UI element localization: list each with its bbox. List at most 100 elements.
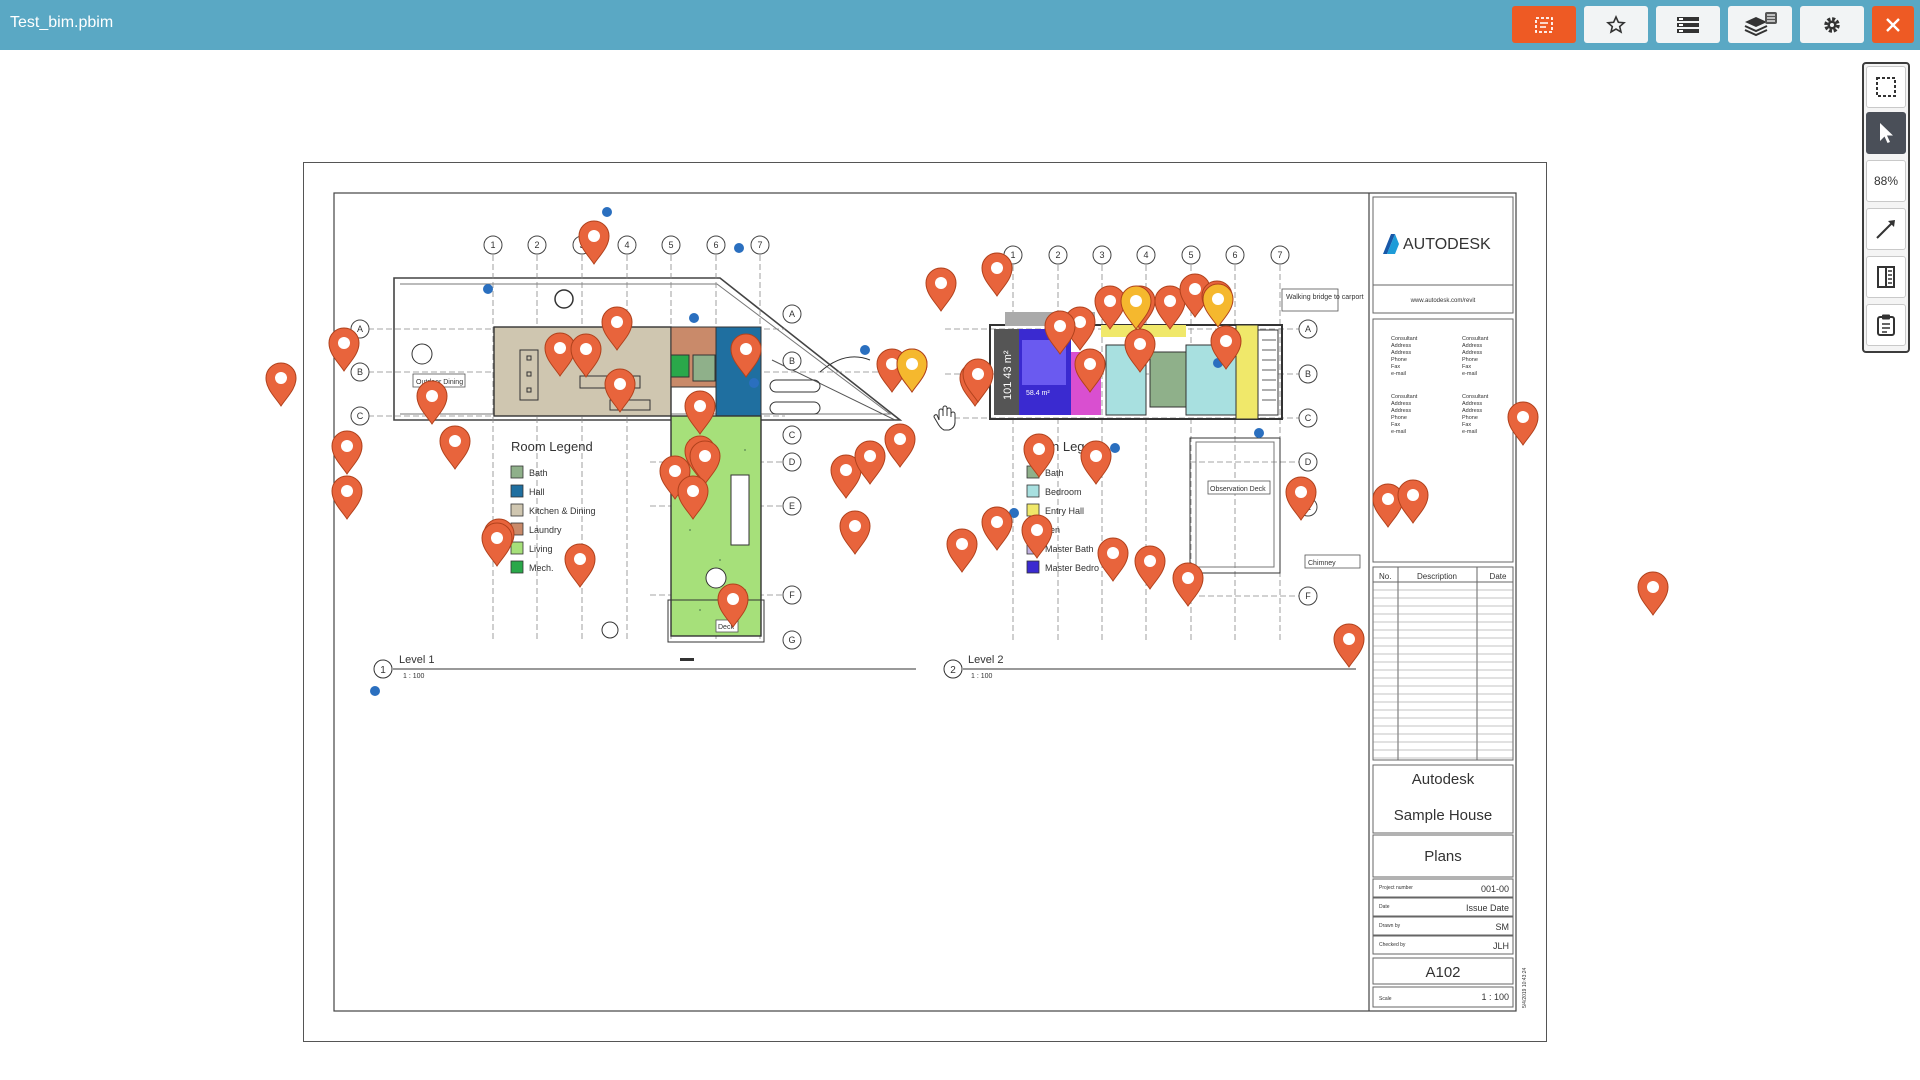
legend-swatch <box>1026 503 1040 517</box>
map-pin[interactable] <box>946 528 978 573</box>
map-pin[interactable] <box>981 252 1013 297</box>
sheet-name: Plans <box>1424 848 1462 865</box>
svg-text:4: 4 <box>624 240 629 250</box>
map-pin[interactable] <box>896 348 928 393</box>
title-field-label: Checked by <box>1379 942 1406 948</box>
revision-header: No. <box>1379 572 1391 581</box>
legend-item-label: Bath <box>1045 468 1064 478</box>
map-pin[interactable] <box>265 362 297 407</box>
map-pin[interactable] <box>1333 623 1365 668</box>
consultant-line: e-mail <box>1391 371 1406 377</box>
svg-text:2: 2 <box>534 240 539 250</box>
floor-plan-canvas[interactable]: Outdoor Dining Deck 1 2 3 4 5 6 7 A B C … <box>0 0 1920 1080</box>
consultant-line: Phone <box>1462 357 1478 363</box>
map-pin[interactable] <box>564 543 596 588</box>
svg-text:E: E <box>789 501 795 511</box>
svg-text:1: 1 <box>490 240 495 250</box>
svg-text:B: B <box>789 356 795 366</box>
title-field-value: 001-00 <box>1481 884 1509 894</box>
svg-text:G: G <box>788 635 795 645</box>
info-markers <box>370 207 1264 696</box>
title-block: AUTODESK www.autodesk.com/revit Consulta… <box>1368 193 1528 1011</box>
map-pin[interactable] <box>1397 479 1429 524</box>
consultant-line: Fax <box>1391 422 1400 428</box>
svg-text:F: F <box>1305 591 1311 601</box>
level1-grid-top: 1 2 3 4 5 6 7 <box>483 235 770 255</box>
pan-hand-icon <box>933 405 956 431</box>
legend-item-label: Living <box>529 544 553 554</box>
map-pin[interactable] <box>1637 571 1669 616</box>
level1-label: Level 1 <box>399 654 434 666</box>
legend-item-label: Master Bath <box>1045 544 1094 554</box>
sheet-number: A102 <box>1425 964 1460 981</box>
svg-text:C: C <box>357 411 364 421</box>
svg-text:C: C <box>789 430 796 440</box>
consultant-line: Address <box>1462 401 1482 407</box>
legend-swatch <box>510 484 524 498</box>
svg-text:C: C <box>1305 413 1312 423</box>
svg-text:2: 2 <box>950 665 956 676</box>
issue-pins[interactable] <box>265 220 1669 668</box>
svg-text:1: 1 <box>380 665 386 676</box>
project-name: Sample House <box>1394 807 1492 824</box>
svg-text:A: A <box>357 324 363 334</box>
map-pin[interactable] <box>331 430 363 475</box>
map-pin[interactable] <box>578 220 610 265</box>
title-field-value: SM <box>1496 922 1510 932</box>
level1-scale: 1 : 100 <box>403 673 425 680</box>
map-pin[interactable] <box>1202 283 1234 328</box>
svg-text:1: 1 <box>1010 250 1015 260</box>
chimney-callout: Chimney <box>1308 560 1336 567</box>
autodesk-url: www.autodesk.com/revit <box>1410 298 1476 304</box>
map-pin[interactable] <box>1134 545 1166 590</box>
legend-item-label: Kitchen & Dining <box>529 506 596 516</box>
legend-item-label: Bedroom <box>1045 487 1082 497</box>
title-field-label: Drawn by <box>1379 923 1401 929</box>
map-pin[interactable] <box>1080 440 1112 485</box>
title-field-label: Project number <box>1379 885 1413 891</box>
map-pin[interactable] <box>839 510 871 555</box>
sheet-inner-border <box>333 192 1517 1012</box>
svg-text:2: 2 <box>1055 250 1060 260</box>
map-pin[interactable] <box>925 267 957 312</box>
svg-text:B: B <box>1305 369 1311 379</box>
consultant-line: Consultant <box>1462 394 1489 400</box>
svg-text:101 43 m²: 101 43 m² <box>1002 350 1014 400</box>
consultant-line: Phone <box>1391 415 1407 421</box>
svg-text:D: D <box>1305 457 1312 467</box>
svg-text:A: A <box>1305 324 1311 334</box>
legend-swatch <box>510 560 524 574</box>
consultant-line: Address <box>1391 343 1411 349</box>
svg-text:6: 6 <box>713 240 718 250</box>
room-legend-title: Room Legend <box>511 439 593 454</box>
svg-text:7: 7 <box>757 240 762 250</box>
svg-text:3: 3 <box>1099 250 1104 260</box>
legend-swatch <box>1026 484 1040 498</box>
svg-text:58.4 m²: 58.4 m² <box>1026 390 1050 397</box>
map-pin[interactable] <box>981 506 1013 551</box>
map-pin[interactable] <box>481 522 513 567</box>
print-timestamp: 5/4/2019 10:43:24 <box>1522 967 1528 1008</box>
map-pin[interactable] <box>416 380 448 425</box>
consultant-line: Fax <box>1391 364 1400 370</box>
svg-text:A: A <box>789 309 795 319</box>
legend-item-label: Mech. <box>529 563 554 573</box>
consultant-line: e-mail <box>1462 429 1477 435</box>
svg-text:F: F <box>789 590 795 600</box>
legend-item-label: Entry Hall <box>1045 506 1084 516</box>
map-pin[interactable] <box>439 425 471 470</box>
consultant-line: Fax <box>1462 364 1471 370</box>
level1-title: 1 Level 1 1 : 100 <box>373 654 916 680</box>
map-pin[interactable] <box>1097 537 1129 582</box>
map-pin[interactable] <box>331 475 363 520</box>
consultant-line: Address <box>1462 350 1482 356</box>
consultant-line: Fax <box>1462 422 1471 428</box>
map-pin[interactable] <box>1094 285 1126 330</box>
svg-text:7: 7 <box>1277 250 1282 260</box>
autodesk-logo-text: AUTODESK <box>1403 236 1491 253</box>
map-pin[interactable] <box>1172 562 1204 607</box>
level2-scale: 1 : 100 <box>971 673 993 680</box>
map-pin[interactable] <box>884 423 916 468</box>
consultant-line: Address <box>1391 401 1411 407</box>
map-pin[interactable] <box>1120 285 1152 330</box>
